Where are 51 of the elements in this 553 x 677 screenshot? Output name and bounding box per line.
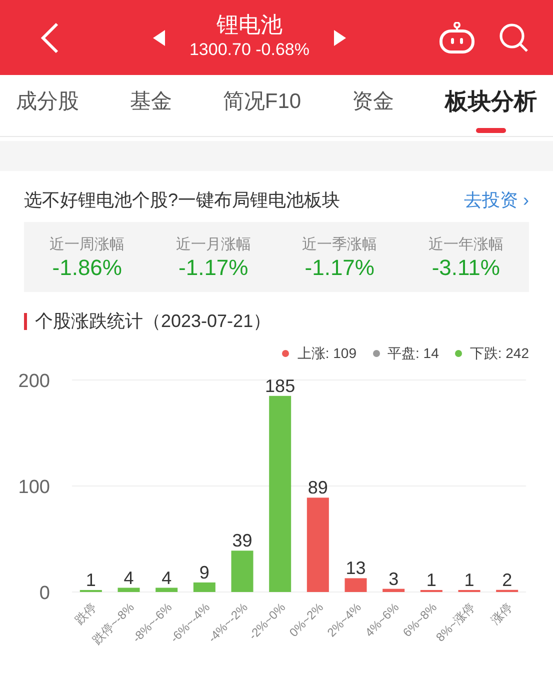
data-label: 13 [346,558,366,578]
tab[interactable]: 基金 [130,86,172,126]
data-label: 39 [232,530,252,551]
section-title: 个股涨跌统计（2023-07-21） [35,310,272,333]
y-axis-label: 0 [39,583,50,604]
return-value: -3.11% [430,256,501,280]
bar [496,590,518,592]
data-label: 4 [162,568,172,588]
tab-indicator [476,128,506,133]
invest-link[interactable]: 去投资 › [464,187,529,214]
robot-icon[interactable] [439,22,475,54]
search-icon[interactable] [499,22,529,52]
bar [193,582,216,592]
tab[interactable]: 板块分析 [445,84,537,127]
legend-label: 平盘: 14 [388,344,439,363]
next-icon[interactable] [334,30,346,46]
y-axis-label: 200 [18,371,50,392]
legend-label: 下跌: 242 [470,344,529,363]
return-value: -1.17% [178,256,250,280]
x-axis-label: 跌停 [72,600,100,628]
bar [118,588,140,592]
data-label: 89 [308,478,328,498]
back-icon[interactable] [40,22,60,54]
return-value: -1.86% [51,256,123,280]
x-axis-label: 涨停 [488,600,516,628]
bar [231,550,254,592]
tab[interactable]: 简况F10 [222,86,302,126]
data-label: 1 [426,570,436,590]
bar [344,578,367,592]
promo-text: 选不好锂电池个股?一键布局锂电池板块 [24,189,340,212]
bar [382,588,405,592]
bar [156,588,178,592]
return-label: 近一周涨幅 [50,234,125,255]
data-label: 1 [464,570,474,590]
return-label: 近一季涨幅 [302,234,378,255]
data-label: 2 [502,570,512,590]
previous-icon[interactable] [153,30,166,46]
return-label: 近一年涨幅 [428,234,504,255]
index-quote: 1300.70 -0.68% [189,38,310,61]
header-title: 锂电池 [215,12,284,37]
tab[interactable]: 成分股 [16,86,79,126]
data-label: 3 [388,568,399,589]
tab[interactable]: 资金 [352,86,394,126]
data-label: 185 [265,376,296,396]
data-label: 1 [86,570,96,590]
return-value: -1.17% [304,256,376,280]
return-label: 近一月涨幅 [176,234,251,255]
y-axis-label: 100 [18,477,50,498]
legend-label: 上涨: 109 [297,344,356,363]
data-label: 4 [124,568,134,588]
data-label: 9 [199,562,210,582]
